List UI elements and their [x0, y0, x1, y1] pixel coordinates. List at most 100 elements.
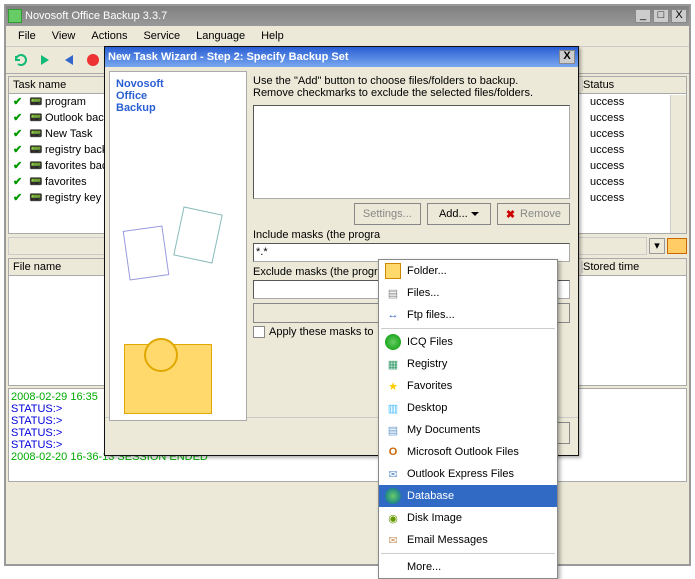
- menu-reg[interactable]: Registry: [379, 353, 557, 375]
- ftp-icon: [385, 307, 401, 323]
- app-icon: [8, 9, 22, 23]
- backup-set-list[interactable]: [253, 105, 570, 199]
- dialog-close-button[interactable]: X: [559, 50, 575, 64]
- reg-icon: [385, 356, 401, 372]
- col-storedtime[interactable]: Stored time: [582, 261, 682, 273]
- menu-label: Disk Image: [407, 512, 462, 524]
- menu-files[interactable]: Files...: [379, 282, 557, 304]
- menu-bar: File View Actions Service Language Help: [6, 26, 689, 47]
- dialog-title: New Task Wizard - Step 2: Specify Backup…: [108, 51, 557, 63]
- files-icon: [385, 285, 401, 301]
- task-status: uccess: [590, 176, 682, 188]
- add-dropdown-menu: Folder... Files... Ftp files... ICQ Files R…: [378, 259, 558, 579]
- settings-button[interactable]: Settings...: [354, 203, 421, 225]
- menu-view[interactable]: View: [44, 28, 84, 44]
- maximize-button[interactable]: □: [653, 9, 669, 23]
- remove-button[interactable]: ✖Remove: [497, 203, 570, 225]
- remove-x-icon: ✖: [506, 208, 515, 221]
- paper-icon: [123, 225, 170, 280]
- window-title: Novosoft Office Backup 3.3.7: [25, 10, 633, 22]
- close-button[interactable]: X: [671, 9, 687, 23]
- folder-icon: [385, 263, 401, 279]
- smiley-icon: [144, 338, 178, 372]
- title-bar: Novosoft Office Backup 3.3.7 _ □ X: [6, 6, 689, 26]
- menu-email[interactable]: Email Messages: [379, 529, 557, 551]
- pager-icon: 📟: [29, 143, 43, 157]
- branding-panel: Novosoft Office Backup: [109, 71, 247, 421]
- pager-icon: 📟: [29, 159, 43, 173]
- menu-desk[interactable]: Desktop: [379, 397, 557, 419]
- task-status: uccess: [590, 144, 682, 156]
- menu-folder[interactable]: Folder...: [379, 260, 557, 282]
- task-status: uccess: [590, 112, 682, 124]
- check-icon: ✔: [13, 175, 27, 189]
- menu-label: Ftp files...: [407, 309, 455, 321]
- pager-icon: 📟: [29, 127, 43, 141]
- icq-icon: [385, 334, 401, 350]
- menu-label: Desktop: [407, 402, 447, 414]
- menu-label: Folder...: [407, 265, 447, 277]
- dropdown-toggle[interactable]: ▾: [649, 238, 665, 254]
- mydoc-icon: [385, 422, 401, 438]
- check-icon: ✔: [13, 95, 27, 109]
- chevron-down-icon: [471, 212, 479, 220]
- menu-file[interactable]: File: [10, 28, 44, 44]
- refresh-icon[interactable]: [10, 49, 32, 71]
- menu-help[interactable]: Help: [253, 28, 292, 44]
- scrollbar[interactable]: [670, 95, 686, 233]
- desk-icon: [385, 400, 401, 416]
- menu-label: Outlook Express Files: [407, 468, 514, 480]
- menu-label: Microsoft Outlook Files: [407, 446, 519, 458]
- menu-label: Files...: [407, 287, 439, 299]
- checkbox-icon: [253, 326, 265, 338]
- task-status: uccess: [590, 160, 682, 172]
- pager-icon: 📟: [29, 95, 43, 109]
- task-status: uccess: [590, 192, 682, 204]
- task-status: uccess: [590, 96, 682, 108]
- menu-ftp[interactable]: Ftp files...: [379, 304, 557, 326]
- menu-mydoc[interactable]: My Documents: [379, 419, 557, 441]
- include-label: Include masks (the progra: [253, 229, 570, 241]
- minimize-button[interactable]: _: [635, 9, 651, 23]
- menu-label: My Documents: [407, 424, 480, 436]
- menu-label: Favorites: [407, 380, 452, 392]
- menu-label: Email Messages: [407, 534, 488, 546]
- check-icon: ✔: [13, 111, 27, 125]
- col-taskname[interactable]: Task name: [13, 79, 105, 91]
- menu-oexpress[interactable]: Outlook Express Files: [379, 463, 557, 485]
- menu-separator: [381, 553, 555, 554]
- menu-outlook[interactable]: Microsoft Outlook Files: [379, 441, 557, 463]
- brand-text: Novosoft Office Backup: [110, 72, 246, 120]
- folder-button[interactable]: [667, 238, 687, 254]
- back-icon[interactable]: [58, 49, 80, 71]
- email-icon: [385, 532, 401, 548]
- disk-icon: [385, 510, 401, 526]
- check-icon: ✔: [13, 143, 27, 157]
- task-status: uccess: [590, 128, 682, 140]
- col-status[interactable]: Status: [582, 79, 682, 91]
- forward-icon[interactable]: [34, 49, 56, 71]
- outlook-icon: [385, 444, 401, 460]
- menu-more[interactable]: More...: [379, 556, 557, 578]
- menu-icq[interactable]: ICQ Files: [379, 331, 557, 353]
- db-icon: [385, 488, 401, 504]
- fav-icon: [385, 378, 401, 394]
- pager-icon: 📟: [29, 111, 43, 125]
- menu-label: Registry: [407, 358, 447, 370]
- check-icon: ✔: [13, 127, 27, 141]
- menu-disk[interactable]: Disk Image: [379, 507, 557, 529]
- menu-database[interactable]: Database: [379, 485, 557, 507]
- menu-language[interactable]: Language: [188, 28, 253, 44]
- paper-icon: [173, 206, 223, 263]
- oexpress-icon: [385, 466, 401, 482]
- stop-icon[interactable]: [82, 49, 104, 71]
- menu-fav[interactable]: Favorites: [379, 375, 557, 397]
- instruction-text: Use the "Add" button to choose files/fol…: [253, 75, 570, 99]
- pager-icon: 📟: [29, 175, 43, 189]
- menu-label: Database: [407, 490, 454, 502]
- menu-actions[interactable]: Actions: [83, 28, 135, 44]
- menu-service[interactable]: Service: [135, 28, 188, 44]
- menu-separator: [381, 328, 555, 329]
- check-icon: ✔: [13, 191, 27, 205]
- add-button[interactable]: Add...: [427, 203, 491, 225]
